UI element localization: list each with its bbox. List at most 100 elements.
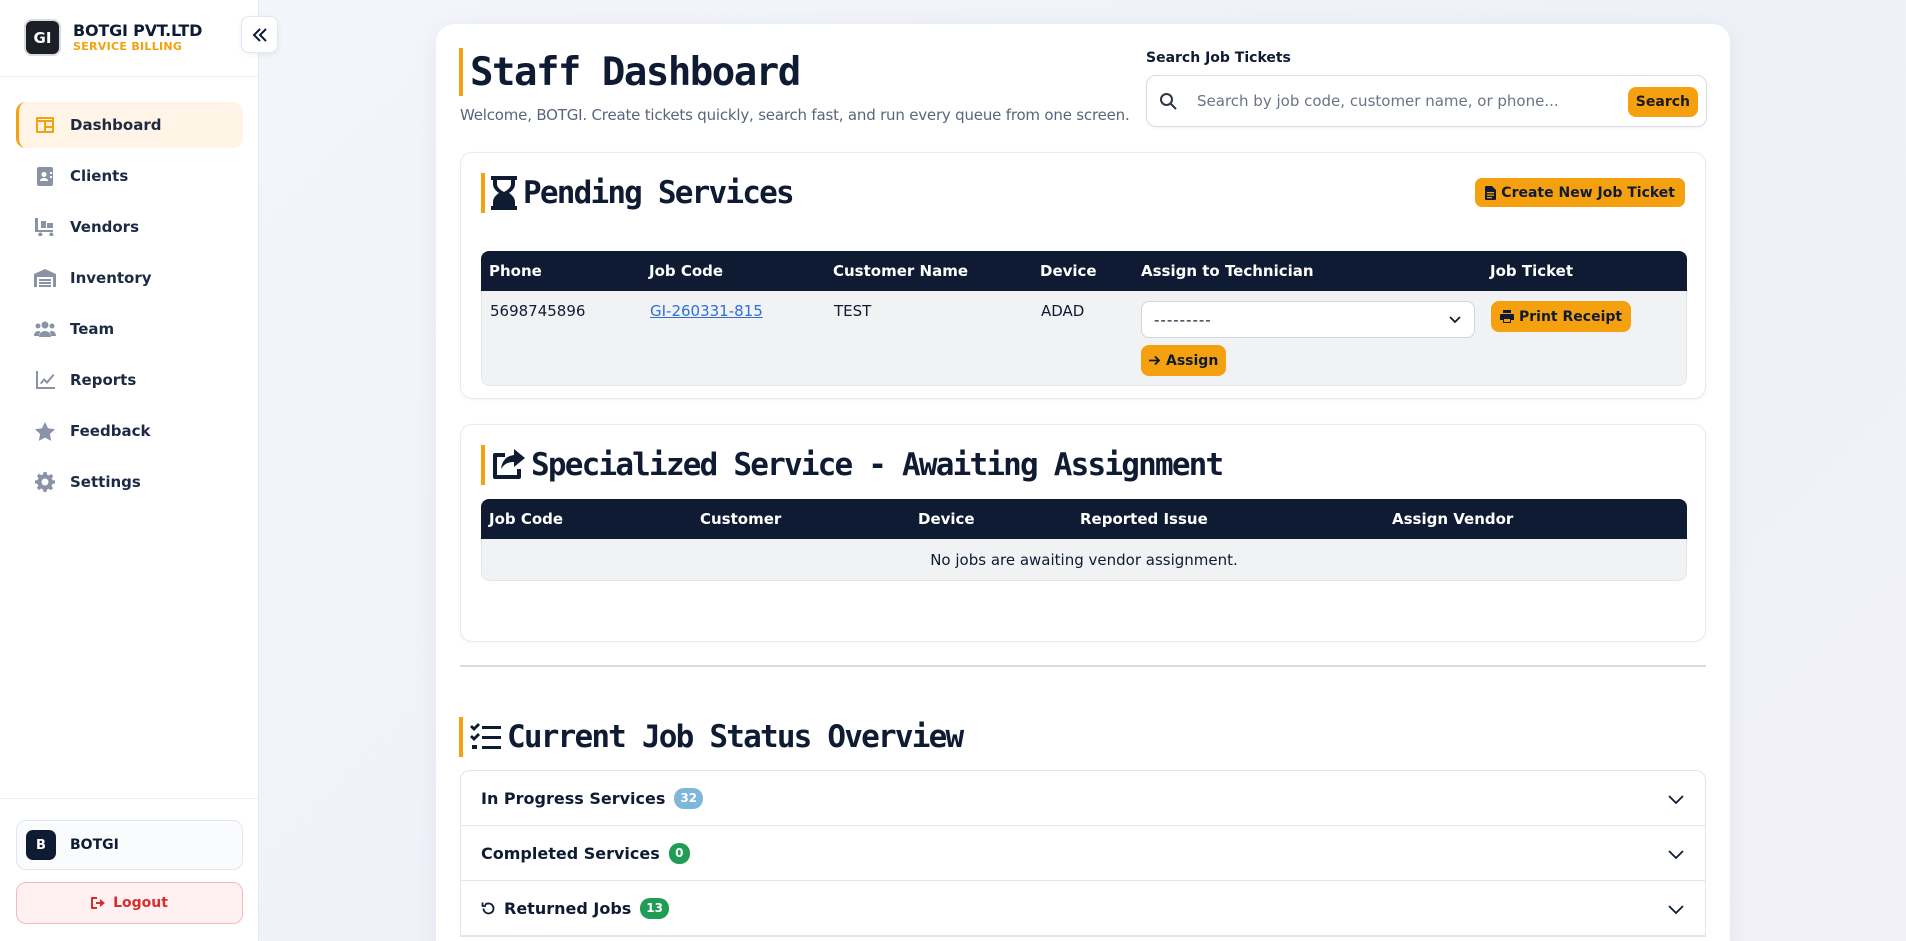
create-job-ticket-button[interactable]: Create New Job Ticket [1475, 178, 1685, 207]
column-header: Assign to Technician [1141, 262, 1314, 280]
column-header: Job Ticket [1490, 262, 1574, 280]
specialized-service-section: Specialized Service - Awaiting Assignmen… [460, 424, 1706, 642]
count-badge: 13 [640, 897, 669, 919]
sidebar-item-label: Inventory [70, 269, 152, 287]
brand-name: BOTGI PVT.LTD [73, 21, 203, 40]
sidebar-footer-divider [0, 798, 259, 799]
chevron-down-icon [1667, 790, 1685, 808]
chevron-down-icon [1667, 900, 1685, 918]
job-code-cell: GI-260331-815 [650, 302, 763, 320]
vendors-icon [34, 216, 56, 238]
brand-logo: GI [24, 19, 61, 56]
section-divider [460, 665, 1706, 667]
chevron-down-icon [1667, 845, 1685, 863]
print-receipt-label: Print Receipt [1519, 308, 1623, 325]
create-job-ticket-label: Create New Job Ticket [1501, 184, 1675, 201]
column-header: Customer [700, 510, 782, 528]
user-profile[interactable]: B BOTGI [16, 820, 243, 870]
sidebar-item-label: Clients [70, 167, 129, 185]
sidebar-item-label: Dashboard [70, 116, 162, 134]
logout-label: Logout [113, 895, 168, 911]
inventory-icon [34, 267, 56, 289]
sidebar-item-inventory[interactable]: Inventory [16, 255, 243, 301]
accordion-label: Completed Services [481, 843, 660, 863]
pending-title: Pending Services [523, 175, 795, 211]
double-chevron-left-icon [252, 27, 268, 42]
column-header: Job Code [649, 262, 724, 280]
sidebar-item-label: Reports [70, 371, 137, 389]
overview-title: Current Job Status Overview [507, 719, 964, 755]
column-header: Device [1040, 262, 1097, 280]
specialized-title-wrap: Specialized Service - Awaiting Assignmen… [481, 445, 1224, 485]
customer-cell: TEST [834, 302, 872, 320]
page-title: Staff Dashboard [470, 49, 801, 95]
star-icon [34, 420, 56, 442]
table-row: 5698745896 GI-260331-815 TEST ADAD -----… [481, 291, 1687, 386]
accordion-in-progress[interactable]: In Progress Services 32 [461, 771, 1705, 826]
empty-message: No jobs are awaiting vendor assignment. [930, 551, 1238, 569]
sidebar-item-feedback[interactable]: Feedback [16, 408, 243, 454]
page-title-wrap: Staff Dashboard [459, 48, 801, 96]
sidebar-item-dashboard[interactable]: Dashboard [16, 102, 243, 148]
search-icon [1159, 92, 1177, 110]
accordion-completed[interactable]: Completed Services 0 [461, 826, 1705, 881]
count-badge: 0 [668, 842, 690, 864]
pending-table-header: Phone Job Code Customer Name Device Assi… [481, 251, 1687, 291]
technician-select-value: --------- [1154, 310, 1212, 329]
phone-cell: 5698745896 [490, 302, 586, 320]
sidebar-item-settings[interactable]: Settings [16, 459, 243, 505]
sidebar-item-label: Feedback [70, 422, 151, 440]
main-content: Staff Dashboard Welcome, BOTGI. Create t… [436, 24, 1730, 941]
sidebar-item-reports[interactable]: Reports [16, 357, 243, 403]
welcome-text: Welcome, BOTGI. Create tickets quickly, … [460, 106, 1130, 124]
column-header: Reported Issue [1080, 510, 1208, 528]
sidebar-item-label: Settings [70, 473, 141, 491]
pending-table: Phone Job Code Customer Name Device Assi… [481, 251, 1687, 386]
search-input[interactable] [1197, 92, 1617, 110]
sidebar-item-team[interactable]: Team [16, 306, 243, 352]
dashboard-icon [34, 114, 56, 136]
specialized-title: Specialized Service - Awaiting Assignmen… [531, 447, 1224, 483]
pending-services-section: Pending Services Create New Job Ticket P… [460, 152, 1706, 399]
pending-title-wrap: Pending Services [481, 173, 795, 213]
column-header: Assign Vendor [1392, 510, 1514, 528]
assign-button[interactable]: Assign [1141, 345, 1227, 376]
team-icon [34, 318, 56, 340]
sidebar-item-vendors[interactable]: Vendors [16, 204, 243, 250]
search-button[interactable]: Search [1627, 87, 1698, 117]
device-cell: ADAD [1041, 302, 1085, 320]
gear-icon [34, 471, 56, 493]
sidebar: GI BOTGI PVT.LTD SERVICE BILLING Dashboa… [0, 0, 259, 941]
brand[interactable]: GI BOTGI PVT.LTD SERVICE BILLING [24, 19, 202, 56]
checklist-icon [469, 723, 501, 751]
file-icon [1485, 185, 1497, 200]
hourglass-icon [491, 176, 517, 210]
logout-icon [91, 897, 106, 909]
technician-select[interactable]: --------- [1141, 301, 1475, 338]
printer-icon [1500, 310, 1514, 323]
specialized-table: Job Code Customer Device Reported Issue … [481, 499, 1687, 581]
print-receipt-button[interactable]: Print Receipt [1491, 301, 1632, 332]
accordion-returned[interactable]: Returned Jobs 13 [461, 881, 1705, 936]
search-box: Search [1146, 75, 1707, 127]
column-header: Job Code [489, 510, 564, 528]
sidebar-item-label: Team [70, 320, 115, 338]
sidebar-item-clients[interactable]: Clients [16, 153, 243, 199]
assign-label: Assign [1166, 352, 1219, 369]
brand-divider [0, 76, 259, 77]
count-badge: 32 [674, 787, 704, 809]
column-header: Customer Name [833, 262, 968, 280]
logout-button[interactable]: Logout [16, 882, 243, 924]
column-header: Device [918, 510, 975, 528]
accordion-label: In Progress Services [481, 788, 666, 808]
accordion-label: Returned Jobs [504, 898, 632, 918]
clients-icon [34, 165, 56, 187]
arrow-right-icon [1149, 355, 1161, 366]
job-code-link[interactable]: GI-260331-815 [650, 302, 763, 320]
collapse-sidebar-button[interactable] [241, 16, 278, 53]
undo-icon [481, 901, 496, 916]
overview-title-wrap: Current Job Status Overview [459, 717, 964, 757]
reports-icon [34, 369, 56, 391]
avatar: B [26, 830, 56, 860]
specialized-table-header: Job Code Customer Device Reported Issue … [481, 499, 1687, 539]
